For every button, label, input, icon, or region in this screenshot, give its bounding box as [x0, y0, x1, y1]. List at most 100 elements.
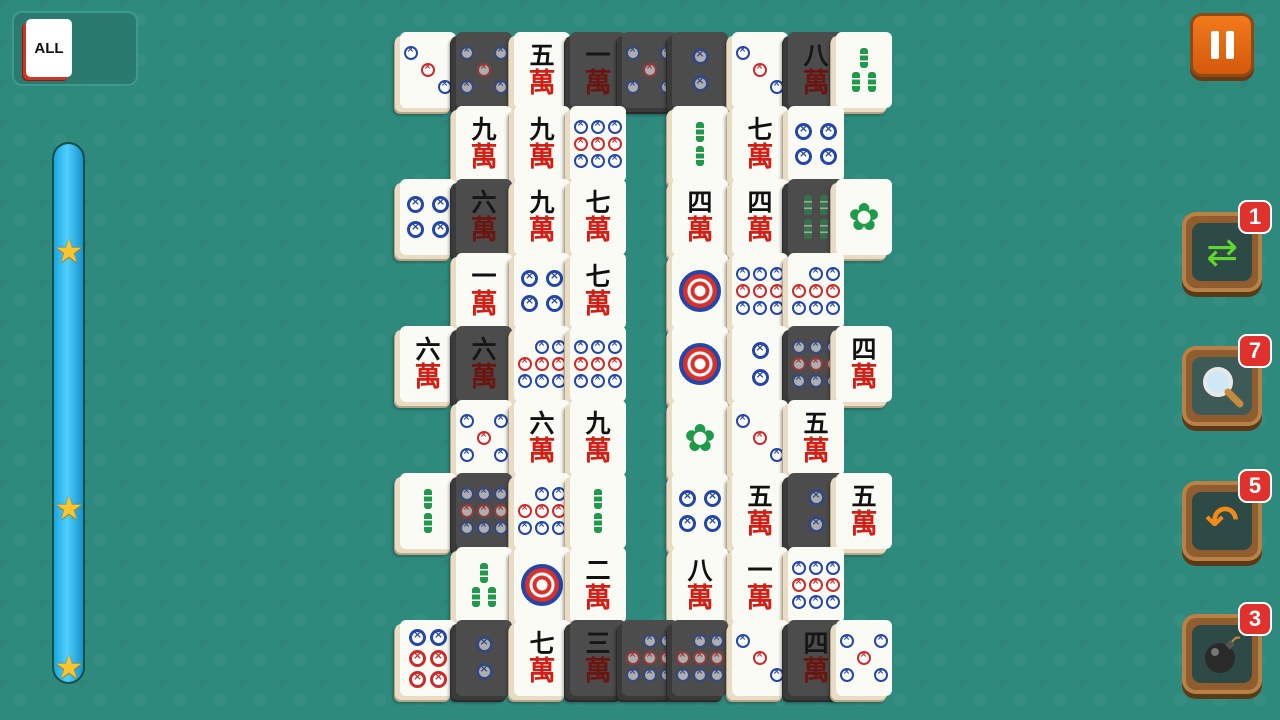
- mahjong-tile[interactable]: 一萬: [732, 547, 788, 623]
- pause-button[interactable]: [1190, 13, 1254, 77]
- mahjong-tile[interactable]: [788, 547, 844, 623]
- mahjong-tile[interactable]: 五萬: [732, 473, 788, 549]
- character-suit-label: 萬: [584, 435, 612, 467]
- dots-icon: [676, 633, 724, 682]
- one-circle-icon: [521, 564, 563, 606]
- mahjong-tile[interactable]: [514, 473, 570, 549]
- dots-icon: [792, 560, 840, 609]
- character-suit-label: 萬: [584, 655, 612, 687]
- character-suit-label: 萬: [746, 141, 774, 173]
- mahjong-tile[interactable]: 九萬: [514, 179, 570, 255]
- mahjong-tile[interactable]: [732, 253, 788, 329]
- mahjong-tile[interactable]: [400, 473, 456, 549]
- mahjong-tile[interactable]: [570, 326, 626, 402]
- mahjong-tile[interactable]: 九萬: [456, 106, 512, 182]
- character-rank-label: 九: [471, 114, 497, 144]
- bamboo-icon: [696, 122, 704, 166]
- mahjong-tile[interactable]: [732, 400, 788, 476]
- character-suit-label: 萬: [584, 582, 612, 614]
- pause-icon: [1210, 31, 1219, 59]
- mahjong-tile[interactable]: [672, 106, 728, 182]
- character-suit-label: 萬: [802, 435, 830, 467]
- mahjong-tile[interactable]: [672, 326, 728, 402]
- mahjong-tile[interactable]: 七萬: [732, 106, 788, 182]
- mahjong-tile[interactable]: [732, 32, 788, 108]
- character-suit-label: 萬: [746, 214, 774, 246]
- character-rank-label: 七: [585, 187, 611, 217]
- mahjong-tile[interactable]: 七萬: [514, 620, 570, 696]
- bomb-count-badge: 3: [1238, 602, 1272, 636]
- mahjong-tile: [456, 473, 512, 549]
- character-rank-label: 九: [529, 114, 555, 144]
- character-rank-label: 二: [585, 555, 611, 585]
- mahjong-tile[interactable]: 一萬: [456, 253, 512, 329]
- character-rank-label: 五: [803, 408, 829, 438]
- mahjong-tile[interactable]: [836, 32, 892, 108]
- character-suit-label: 萬: [470, 361, 498, 393]
- mahjong-tile[interactable]: [732, 326, 788, 402]
- mahjong-tile[interactable]: [570, 473, 626, 549]
- dots-icon: [626, 633, 674, 682]
- mahjong-tile[interactable]: [514, 547, 570, 623]
- mahjong-tile[interactable]: 二萬: [570, 547, 626, 623]
- mahjong-tile[interactable]: 六萬: [514, 400, 570, 476]
- bamboo-icon: [424, 489, 432, 533]
- character-suit-label: 萬: [850, 508, 878, 540]
- character-rank-label: 五: [851, 481, 877, 511]
- character-suit-label: 萬: [470, 288, 498, 320]
- mahjong-tile[interactable]: 五萬: [836, 473, 892, 549]
- mahjong-tile[interactable]: [788, 106, 844, 182]
- mahjong-tile[interactable]: 五萬: [788, 400, 844, 476]
- undo-button[interactable]: ↶ 5: [1182, 469, 1272, 561]
- mahjong-tile[interactable]: 五萬: [514, 32, 570, 108]
- mahjong-tile[interactable]: [514, 253, 570, 329]
- mahjong-tile[interactable]: 七萬: [570, 179, 626, 255]
- mahjong-tile[interactable]: 九萬: [570, 400, 626, 476]
- character-rank-label: 七: [585, 261, 611, 291]
- hint-button[interactable]: 7: [1182, 334, 1272, 426]
- mahjong-tile[interactable]: [836, 620, 892, 696]
- mahjong-tile[interactable]: [514, 326, 570, 402]
- undo-icon: ↶: [1205, 498, 1239, 544]
- flower-icon: ✿: [684, 416, 716, 460]
- mahjong-tile[interactable]: 九萬: [514, 106, 570, 182]
- mahjong-tile[interactable]: [400, 179, 456, 255]
- mahjong-tile[interactable]: [400, 32, 456, 108]
- mahjong-tile[interactable]: 四萬: [732, 179, 788, 255]
- mahjong-tile[interactable]: 八萬: [672, 547, 728, 623]
- dots-icon: [404, 45, 452, 94]
- shuffle-button[interactable]: ⇄ 1: [1182, 200, 1272, 292]
- dots-icon: [518, 486, 566, 535]
- mahjong-tile[interactable]: [732, 620, 788, 696]
- dots-icon: [475, 635, 493, 680]
- mahjong-tile[interactable]: [456, 400, 512, 476]
- character-rank-label: 七: [529, 628, 555, 658]
- dots-icon: [751, 341, 769, 386]
- mahjong-tile[interactable]: [672, 253, 728, 329]
- mahjong-tile[interactable]: [456, 547, 512, 623]
- undo-count-badge: 5: [1238, 469, 1272, 503]
- magnifier-icon: [1203, 367, 1244, 408]
- mahjong-tile[interactable]: ✿: [672, 400, 728, 476]
- dots-icon: [795, 122, 837, 165]
- mahjong-tile[interactable]: 四萬: [672, 179, 728, 255]
- mahjong-tile[interactable]: [570, 106, 626, 182]
- mahjong-tile[interactable]: 七萬: [570, 253, 626, 329]
- mahjong-tile: [672, 32, 728, 108]
- mahjong-tile[interactable]: [672, 473, 728, 549]
- character-rank-label: 四: [803, 628, 829, 658]
- bamboo-icon: [594, 489, 602, 533]
- character-rank-label: 六: [529, 408, 555, 438]
- mahjong-tile[interactable]: ✿: [836, 179, 892, 255]
- character-suit-label: 萬: [802, 67, 830, 99]
- mahjong-tile[interactable]: [400, 620, 456, 696]
- dots-icon: [736, 266, 784, 315]
- mahjong-tile[interactable]: 六萬: [400, 326, 456, 402]
- bomb-button[interactable]: 3: [1182, 602, 1272, 694]
- mahjong-tile[interactable]: [788, 253, 844, 329]
- mahjong-tile: [456, 32, 512, 108]
- dots-icon: [807, 488, 825, 533]
- character-rank-label: 六: [471, 334, 497, 364]
- mahjong-tile[interactable]: 四萬: [836, 326, 892, 402]
- bamboo-icon: [472, 563, 496, 607]
